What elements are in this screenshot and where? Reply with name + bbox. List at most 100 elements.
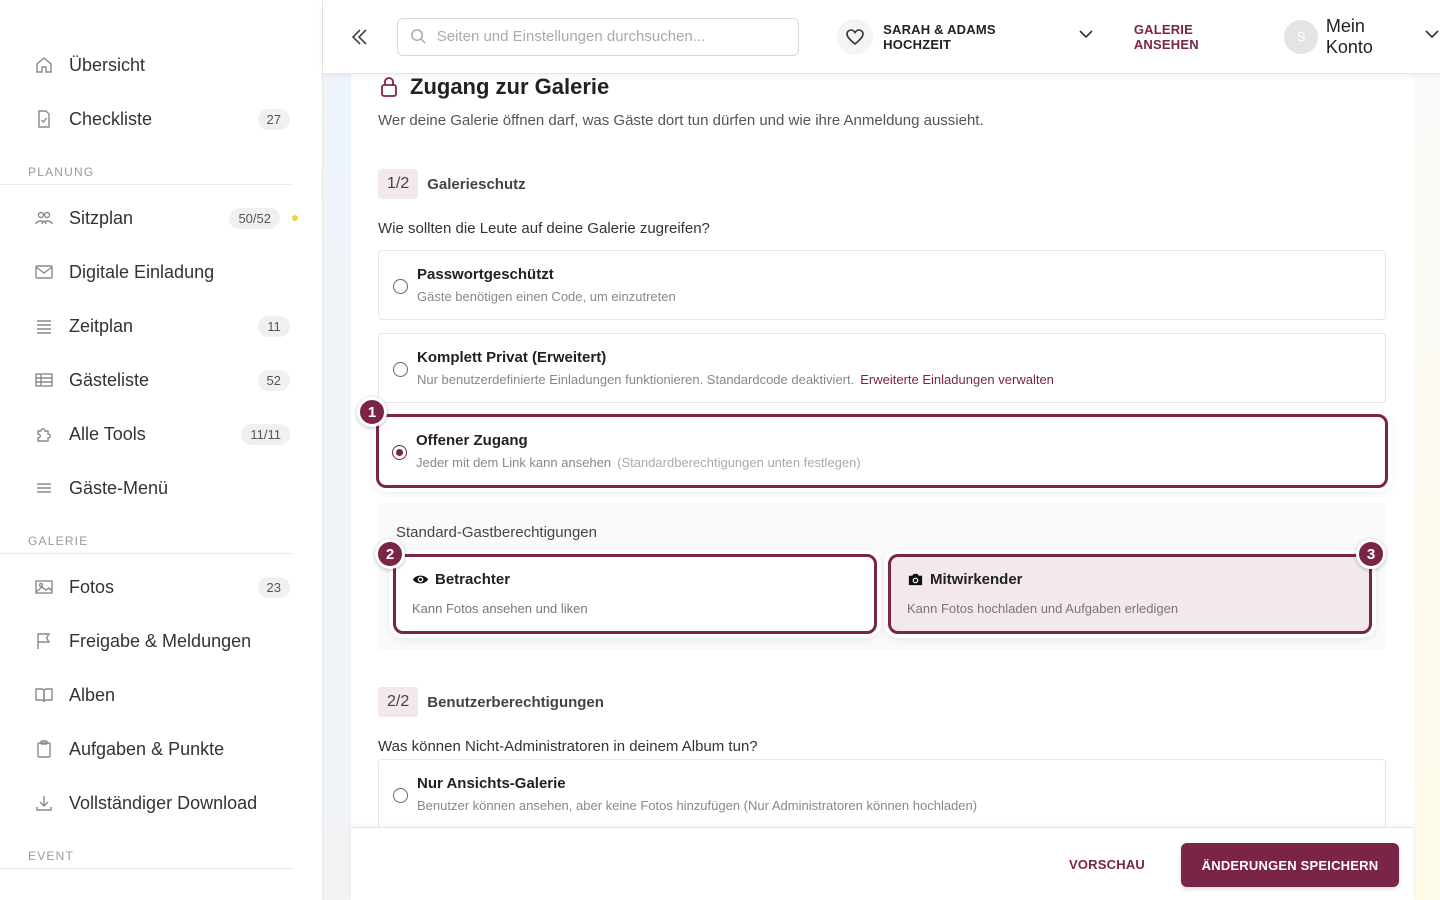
flag-icon xyxy=(33,630,55,652)
option-title: Nur Ansichts-Galerie xyxy=(417,775,566,792)
count-badge: 50/52 xyxy=(229,207,280,229)
sidebar-item-alben[interactable]: Alben xyxy=(0,668,322,722)
count-badge: 11 xyxy=(258,315,290,337)
sidebar-item-label: Freigabe & Meldungen xyxy=(69,630,252,651)
permission-card-header: Betrachter xyxy=(412,571,510,588)
user-permission-question: Was können Nicht-Administratoren in dein… xyxy=(378,738,758,755)
view-gallery-link[interactable]: GALERIE ANSEHEN xyxy=(1134,22,1260,52)
access-option-open[interactable]: Offener Zugang Jeder mit dem Link kann a… xyxy=(376,414,1388,488)
sidebar: Übersicht Checkliste 27 PLANUNG Sitzplan… xyxy=(0,0,323,900)
sidebar-item-label: Gäste-Menü xyxy=(69,477,169,498)
permission-title: Betrachter xyxy=(435,571,511,588)
sidebar-item-alle-tools[interactable]: Alle Tools 11/11 xyxy=(0,407,322,461)
sidebar-item-gaeste-menue[interactable]: Gäste-Menü xyxy=(0,461,322,515)
count-badge: 52 xyxy=(257,369,290,391)
option-hint: (Standardberechtigungen unten festlegen) xyxy=(617,455,861,470)
access-option-password[interactable]: Passwortgeschützt Gäste benötigen einen … xyxy=(378,250,1386,320)
section-label-planung: PLANUNG xyxy=(0,154,294,185)
puzzle-icon xyxy=(33,423,55,445)
permission-card-header: Mitwirkender xyxy=(907,571,1023,588)
sidebar-item-label: Alle Tools xyxy=(69,423,146,444)
sidebar-item-label: Alben xyxy=(69,684,116,705)
sidebar-item-vollstaendiger-download[interactable]: Vollständiger Download xyxy=(0,776,322,830)
radio-button-selected[interactable] xyxy=(392,445,407,460)
permission-card-contributor[interactable]: Mitwirkender Kann Fotos hochladen und Au… xyxy=(888,554,1372,634)
sidebar-item-zeitplan[interactable]: Zeitplan 11 xyxy=(0,299,322,353)
radio-button[interactable] xyxy=(393,279,408,294)
option-title: Komplett Privat (Erweitert) xyxy=(417,349,607,366)
sidebar-item-freigabe-meldungen[interactable]: Freigabe & Meldungen xyxy=(0,614,322,668)
image-icon xyxy=(33,576,55,598)
radio-button[interactable] xyxy=(393,788,408,803)
sidebar-item-label: Digitale Einladung xyxy=(69,261,215,282)
heart-icon xyxy=(837,18,874,55)
search-box[interactable] xyxy=(396,17,800,56)
mail-icon xyxy=(33,261,55,283)
count-badge: 11/11 xyxy=(241,423,290,445)
sidebar-item-sitzplan[interactable]: Sitzplan 50/52 xyxy=(0,191,322,245)
chevron-down-icon xyxy=(1424,26,1440,47)
chevron-down-icon xyxy=(1078,26,1094,47)
home-icon xyxy=(33,54,55,76)
option-description: Gäste benötigen einen Code, um einzutret… xyxy=(417,289,676,304)
clipboard-icon xyxy=(33,738,55,760)
option-description-row: Nur benutzerdefinierte Einladungen funkt… xyxy=(417,372,1054,387)
sidebar-item-label: Aufgaben & Punkte xyxy=(69,738,225,759)
preview-button[interactable]: VORSCHAU xyxy=(1069,857,1145,872)
sidebar-item-label: Zeitplan xyxy=(69,315,134,336)
avatar: S xyxy=(1284,19,1318,54)
list-icon xyxy=(33,315,55,337)
step-marker-1: 1 xyxy=(357,397,387,427)
manage-invites-link[interactable]: Erweiterte Einladungen verwalten xyxy=(860,372,1054,387)
sidebar-item-gaesteliste[interactable]: Gästeliste 52 xyxy=(0,353,322,407)
page-subtitle: Wer deine Galerie öffnen darf, was Gäste… xyxy=(378,112,984,129)
permission-card-viewer[interactable]: Betrachter Kann Fotos ansehen und liken xyxy=(393,554,877,634)
footer-action-bar: VORSCHAU ÄNDERUNGEN SPEICHERN xyxy=(351,827,1413,900)
section-label-event: EVENT xyxy=(0,838,294,869)
step-marker-2: 2 xyxy=(375,539,405,569)
search-input[interactable] xyxy=(436,28,777,45)
step-label: Galerieschutz xyxy=(427,175,526,193)
sidebar-item-digitale-einladung[interactable]: Digitale Einladung xyxy=(0,245,322,299)
sidebar-item-label: Sitzplan xyxy=(69,207,134,228)
sidebar-item-checkliste[interactable]: Checkliste 27 xyxy=(0,92,322,146)
collapse-sidebar-button[interactable] xyxy=(345,22,375,52)
book-icon xyxy=(33,684,55,706)
access-question: Wie sollten die Leute auf deine Galerie … xyxy=(378,220,710,237)
sidebar-item-uebersicht[interactable]: Übersicht xyxy=(0,38,322,92)
option-title: Offener Zugang xyxy=(416,432,528,449)
users-icon xyxy=(33,207,55,229)
account-menu[interactable]: S Mein Konto xyxy=(1284,16,1440,58)
step-label: Benutzerberechtigungen xyxy=(427,693,604,711)
double-chevron-left-icon xyxy=(351,28,367,45)
step-marker-3: 3 xyxy=(1356,539,1386,569)
eye-icon xyxy=(412,575,429,584)
access-option-private[interactable]: Komplett Privat (Erweitert) Nur benutzer… xyxy=(378,333,1386,403)
step-header-1: 1/2 Galerieschutz xyxy=(378,169,526,199)
checklist-icon xyxy=(33,108,55,130)
status-dot xyxy=(292,215,298,221)
sidebar-item-label: Checkliste xyxy=(69,108,153,129)
save-changes-button[interactable]: ÄNDERUNGEN SPEICHERN xyxy=(1181,843,1399,887)
main-panel: Zugang zur Galerie Wer deine Galerie öff… xyxy=(351,74,1413,900)
permission-title: Mitwirkender xyxy=(930,571,1023,588)
canvas-background-left xyxy=(323,0,351,900)
step-number: 1/2 xyxy=(378,169,419,199)
menu-icon xyxy=(33,477,55,499)
lock-icon xyxy=(381,77,397,97)
event-name: SARAH & ADAMS HOCHZEIT xyxy=(883,21,996,52)
sidebar-item-aufgaben-punkte[interactable]: Aufgaben & Punkte xyxy=(0,722,322,776)
radio-button[interactable] xyxy=(393,362,408,377)
option-description: Jeder mit dem Link kann ansehen xyxy=(416,455,612,470)
option-title: Passwortgeschützt xyxy=(417,266,554,283)
page-title: Zugang zur Galerie xyxy=(410,74,610,99)
event-selector[interactable]: SARAH & ADAMS HOCHZEIT xyxy=(837,18,1094,55)
default-permissions-title: Standard-Gastberechtigungen xyxy=(396,524,597,541)
sidebar-item-label: Vollständiger Download xyxy=(69,792,258,813)
download-icon xyxy=(33,792,55,814)
sidebar-item-fotos[interactable]: Fotos 23 xyxy=(0,560,322,614)
option-description: Nur benutzerdefinierte Einladungen funkt… xyxy=(417,372,855,387)
section-label-galerie: GALERIE xyxy=(0,523,294,554)
step-header-2: 2/2 Benutzerberechtigungen xyxy=(378,687,604,717)
user-option-view-only[interactable]: Nur Ansichts-Galerie Benutzer können ans… xyxy=(378,759,1386,829)
